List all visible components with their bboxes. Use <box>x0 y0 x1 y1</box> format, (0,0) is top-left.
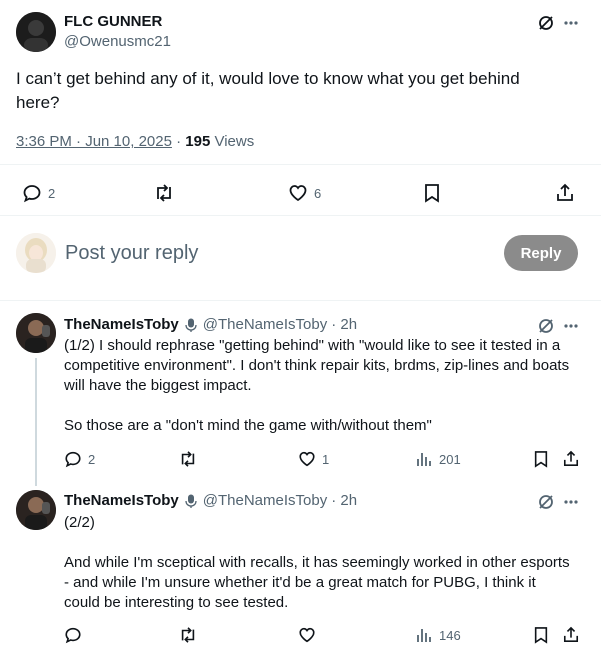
divider <box>0 300 601 301</box>
views-icon <box>415 450 433 468</box>
reply-button[interactable] <box>64 626 88 644</box>
more-icon[interactable] <box>563 15 579 31</box>
repost-icon <box>178 626 198 644</box>
like-button[interactable]: 1 <box>298 450 329 468</box>
author-handle[interactable]: @Owenusmc21 <box>64 33 171 50</box>
bookmark-icon[interactable] <box>533 626 549 644</box>
reply-input[interactable]: Post your reply <box>65 242 198 265</box>
like-count: 1 <box>322 451 330 467</box>
more-icon[interactable] <box>563 494 579 510</box>
thread-line <box>35 358 37 486</box>
views-count: 195 <box>185 133 211 150</box>
avatar[interactable] <box>16 12 56 52</box>
grok-icon[interactable] <box>537 14 555 32</box>
avatar[interactable] <box>16 313 56 353</box>
bookmark-icon[interactable] <box>423 183 441 203</box>
reply-count: 2 <box>48 185 56 201</box>
views-button[interactable]: 201 <box>415 450 461 468</box>
views-count: 146 <box>439 627 461 643</box>
author-name[interactable]: TheNameIsToby <box>64 316 179 333</box>
author-name[interactable]: FLC GUNNER <box>64 13 162 30</box>
reply-header: TheNameIsToby @TheNameIsToby · 2h <box>64 316 357 333</box>
post-time[interactable]: · 2h <box>331 316 357 333</box>
divider <box>0 215 601 216</box>
reply-header: TheNameIsToby @TheNameIsToby · 2h <box>64 492 357 509</box>
repost-icon <box>178 450 198 468</box>
like-count: 6 <box>314 185 322 201</box>
reply-icon <box>64 450 82 468</box>
like-button[interactable]: 6 <box>288 183 321 203</box>
author-handle[interactable]: @TheNameIsToby <box>203 316 327 333</box>
reply-icon <box>22 183 42 203</box>
reply-text: (2/2) <box>64 514 95 531</box>
reply-text: So those are a "don't mind the game with… <box>64 417 432 434</box>
user-avatar[interactable] <box>16 233 56 273</box>
views-icon <box>415 626 433 644</box>
microphone-icon <box>183 317 199 333</box>
post-time[interactable]: · 2h <box>331 492 357 509</box>
repost-button[interactable] <box>178 450 204 468</box>
repost-button[interactable] <box>153 183 181 203</box>
share-icon[interactable] <box>563 450 579 468</box>
reply-button[interactable]: 2 <box>64 450 95 468</box>
author-name[interactable]: TheNameIsToby <box>64 492 179 509</box>
reply-text: (1/2) I should rephrase "getting behind"… <box>64 337 570 394</box>
reply-icon <box>64 626 82 644</box>
views-count: 201 <box>439 451 461 467</box>
author-handle[interactable]: @TheNameIsToby <box>203 492 327 509</box>
views-button[interactable]: 146 <box>415 626 461 644</box>
share-icon[interactable] <box>563 626 579 644</box>
repost-button[interactable] <box>178 626 204 644</box>
post-text: I can’t get behind any of it, would love… <box>16 69 520 112</box>
reply-submit-button[interactable]: Reply <box>504 235 578 271</box>
like-icon <box>288 183 308 203</box>
repost-icon <box>153 183 175 203</box>
views-label: Views <box>210 133 255 150</box>
more-icon[interactable] <box>563 318 579 334</box>
like-button[interactable] <box>298 626 322 644</box>
like-icon <box>298 626 316 644</box>
reply-text: And while I'm sceptical with recalls, it… <box>64 554 570 611</box>
meta-separator: · <box>171 133 186 150</box>
like-icon <box>298 450 316 468</box>
grok-icon[interactable] <box>537 493 555 511</box>
bookmark-icon[interactable] <box>533 450 549 468</box>
reply-count: 2 <box>88 451 96 467</box>
share-icon[interactable] <box>556 183 574 203</box>
reply-button[interactable]: 2 <box>22 183 55 203</box>
post-timestamp[interactable]: 3:36 PM · Jun 10, 2025 <box>16 133 172 150</box>
post-meta: 3:36 PM · Jun 10, 2025 · 195 Views <box>16 133 254 150</box>
avatar[interactable] <box>16 490 56 530</box>
grok-icon[interactable] <box>537 317 555 335</box>
microphone-icon <box>183 493 199 509</box>
divider <box>0 164 601 165</box>
